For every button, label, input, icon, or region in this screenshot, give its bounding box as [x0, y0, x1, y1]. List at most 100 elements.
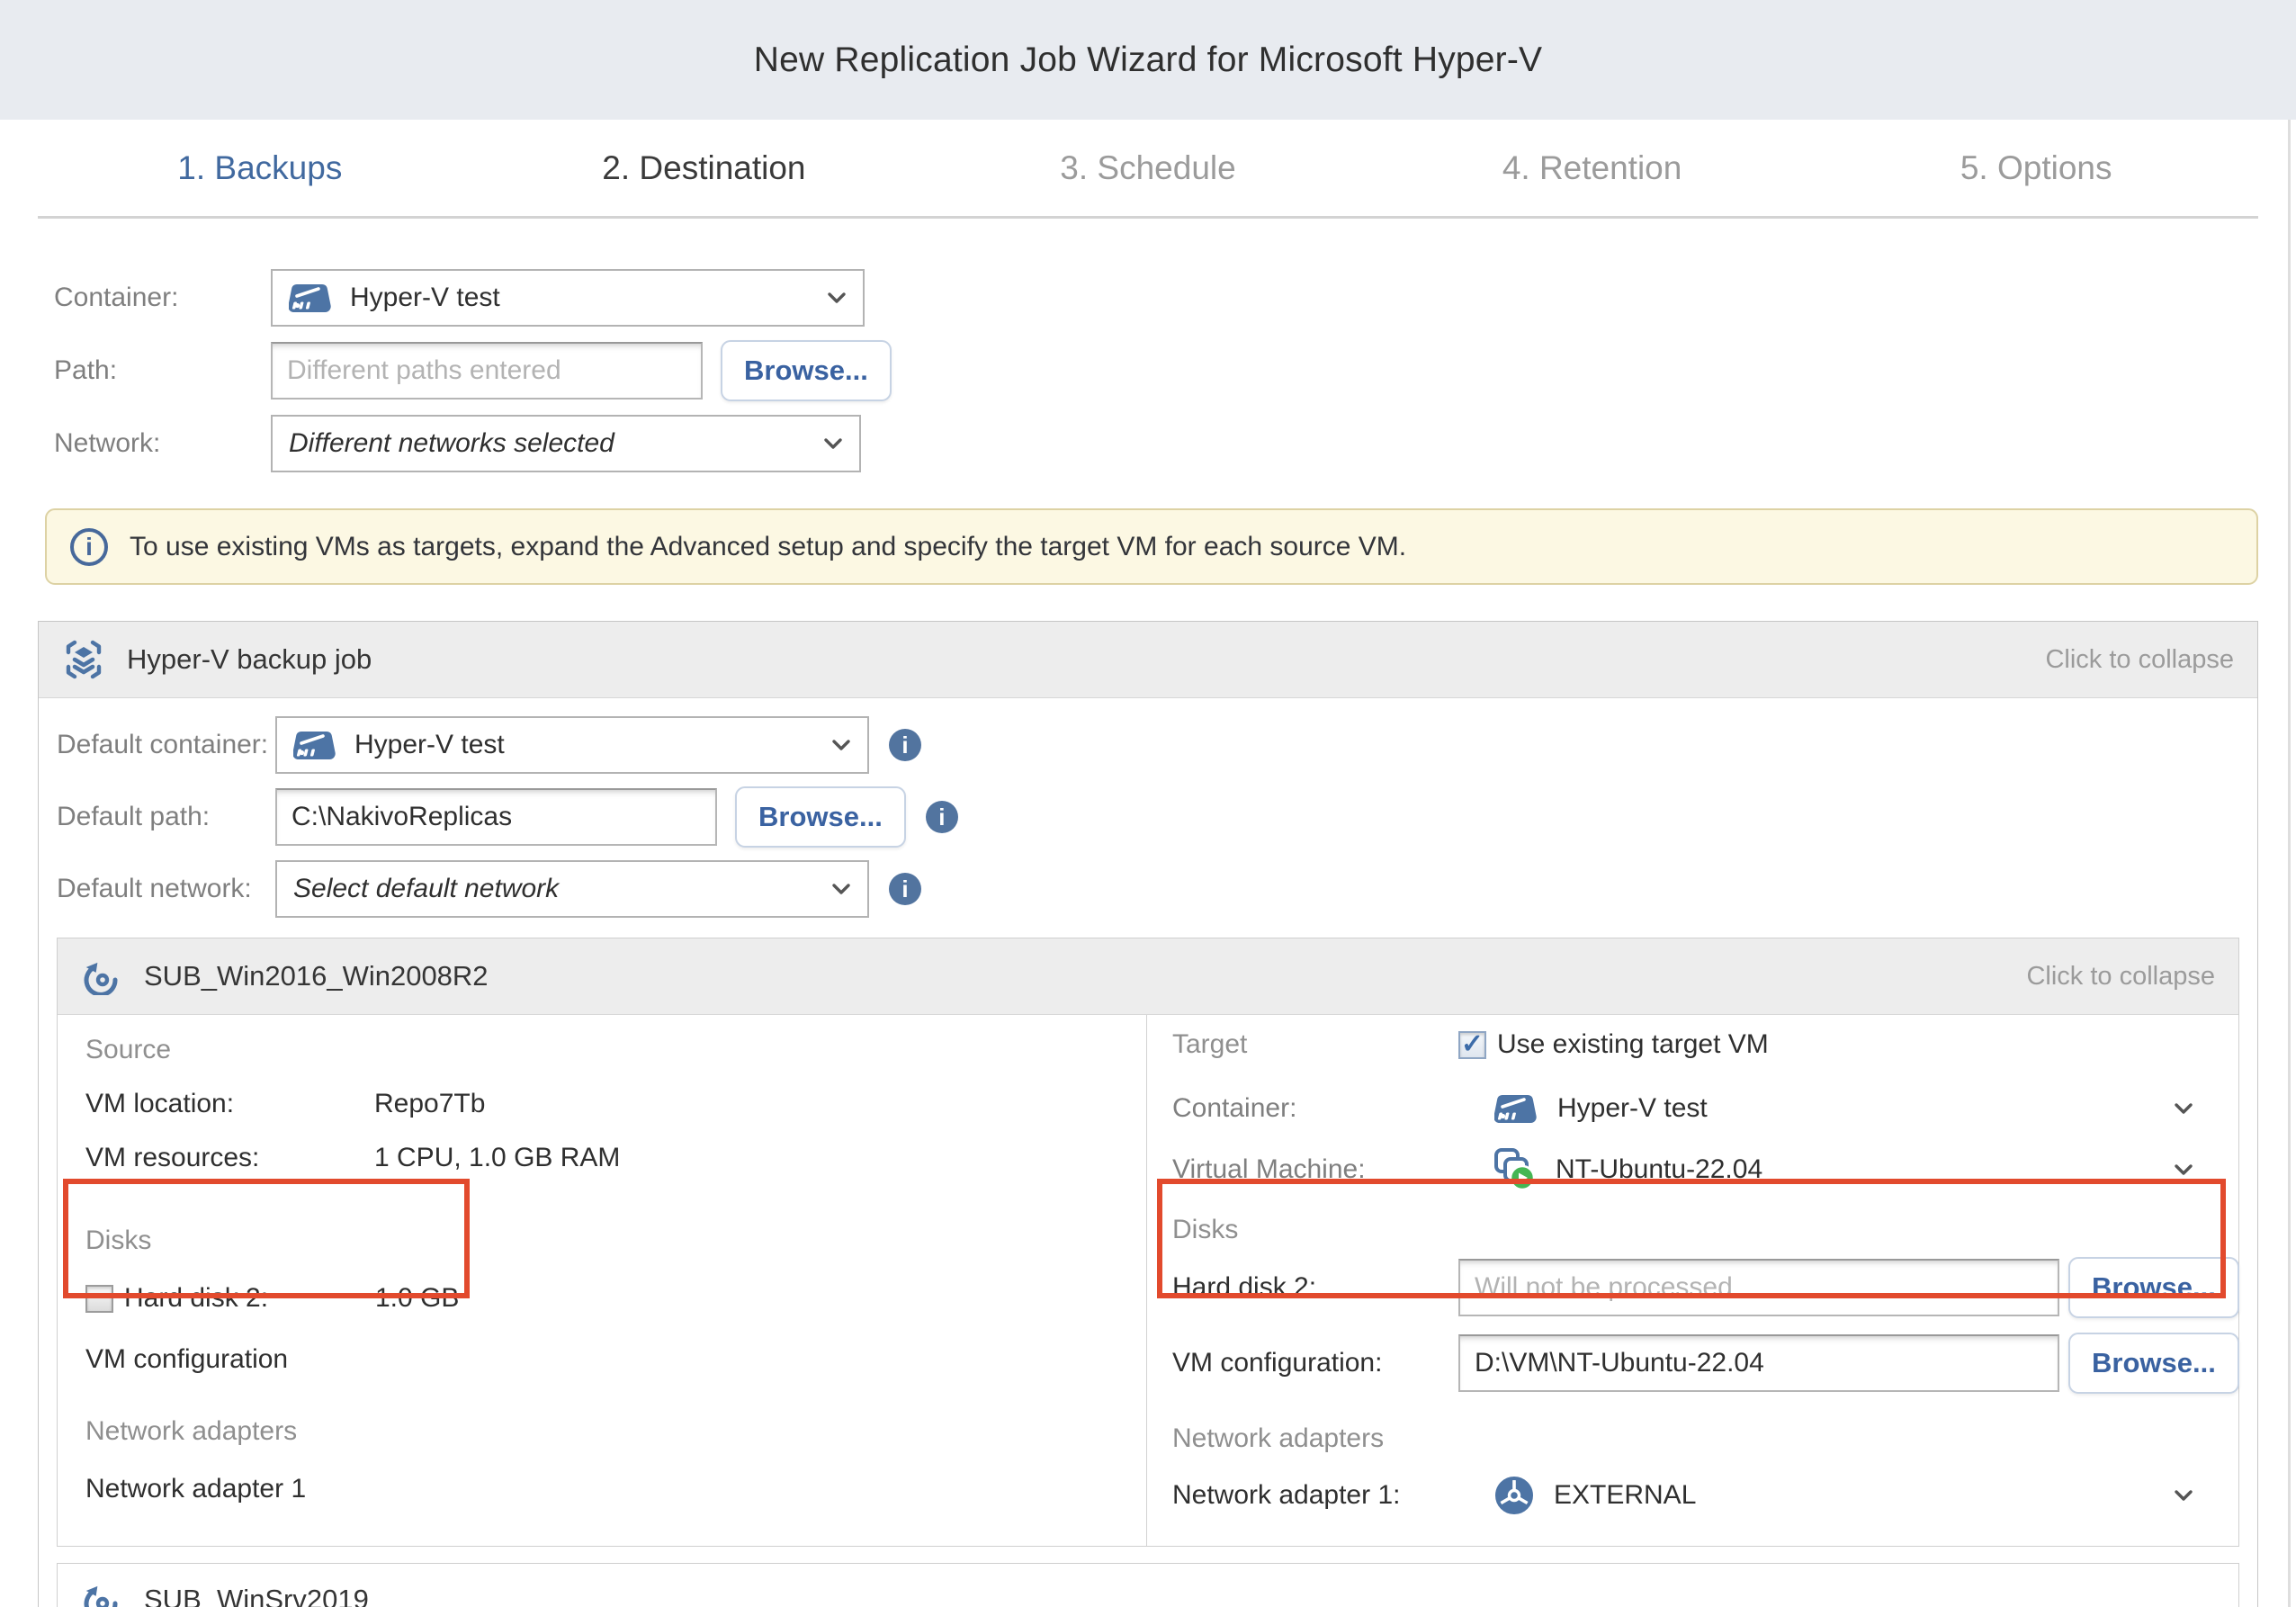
network-value: Different networks selected	[289, 428, 614, 459]
hyperv-host-icon	[289, 283, 332, 314]
target-vm-value: NT-Ubuntu-22.04	[1556, 1154, 1762, 1185]
info-icon[interactable]: i	[926, 801, 958, 833]
hyperv-host-icon	[293, 730, 336, 761]
target-disks-heading: Disks	[1172, 1215, 2239, 1245]
chevron-down-icon	[827, 292, 847, 304]
source-vm-config-row: VM configuration	[85, 1344, 1146, 1375]
default-container-value: Hyper-V test	[354, 730, 505, 760]
source-panel: Source VM location: Repo7Tb VM resources…	[58, 1015, 1147, 1546]
network-label: Network:	[54, 428, 271, 459]
default-network-dropdown[interactable]: Select default network	[275, 860, 869, 918]
vm-location-label: VM location:	[85, 1089, 374, 1119]
default-path-row: Default path: Browse... i	[57, 788, 2257, 846]
network-row: Network: Different networks selected	[54, 415, 2296, 472]
info-icon[interactable]: i	[889, 729, 921, 761]
target-vm-config-browse-button[interactable]: Browse...	[2068, 1333, 2239, 1394]
vm-location-value: Repo7Tb	[374, 1089, 485, 1119]
path-input[interactable]	[271, 342, 703, 400]
destination-form: Container: Hyper-V test Path: Browse... …	[54, 269, 2296, 472]
vm-subjob-header[interactable]: SUB_Win2016_Win2008R2 Click to collapse	[58, 938, 2238, 1015]
vm-subjob-title: SUB_WinSrv2019	[144, 1584, 369, 1607]
tab-schedule: 3. Schedule	[926, 149, 1370, 187]
default-container-row: Default container: Hyper-V test i	[57, 716, 2257, 774]
target-vm-config-input[interactable]	[1458, 1334, 2059, 1392]
source-disks-heading: Disks	[85, 1225, 1146, 1256]
default-path-browse-button[interactable]: Browse...	[735, 786, 906, 848]
path-row: Path: Browse...	[54, 342, 2296, 400]
hard-disk-checkbox[interactable]	[85, 1285, 113, 1313]
network-adapter-name: Network adapter 1	[85, 1474, 306, 1504]
tab-options: 5. Options	[1814, 149, 2258, 187]
default-network-value: Select default network	[293, 874, 559, 904]
target-network-adapters-heading: Network adapters	[1172, 1423, 2239, 1454]
target-heading: Target	[1172, 1029, 1458, 1060]
default-path-input[interactable]	[275, 788, 717, 846]
source-network-adapter-row: Network adapter 1	[85, 1474, 1146, 1504]
vm-resources-row: VM resources: 1 CPU, 1.0 GB RAM	[85, 1143, 1146, 1173]
target-hard-disk-input[interactable]	[1458, 1259, 2059, 1316]
vm-resources-value: 1 CPU, 1.0 GB RAM	[374, 1143, 620, 1173]
info-banner: i To use existing VMs as targets, expand…	[45, 508, 2258, 585]
replication-icon	[81, 957, 122, 995]
vm-location-row: VM location: Repo7Tb	[85, 1089, 1146, 1119]
vm-icon	[1494, 1148, 1536, 1191]
chevron-down-icon	[2174, 1102, 2193, 1115]
backup-job-title: Hyper-V backup job	[127, 643, 372, 676]
default-container-dropdown[interactable]: Hyper-V test	[275, 716, 869, 774]
backup-job-header[interactable]: Hyper-V backup job Click to collapse	[39, 622, 2257, 698]
hard-disk-label: Hard disk 2:	[124, 1283, 375, 1314]
collapse-hint: Click to collapse	[2045, 645, 2234, 675]
tab-retention: 4. Retention	[1370, 149, 1815, 187]
target-network-adapter-dropdown[interactable]: EXTERNAL	[1458, 1467, 2210, 1524]
target-network-adapter-label: Network adapter 1:	[1172, 1480, 1458, 1511]
path-label: Path:	[54, 355, 271, 386]
wizard-header: New Replication Job Wizard for Microsoft…	[0, 0, 2296, 120]
hyperv-host-icon	[1494, 1093, 1538, 1125]
target-container-label: Container:	[1172, 1093, 1458, 1124]
default-path-label: Default path:	[57, 802, 275, 832]
target-vm-dropdown[interactable]: NT-Ubuntu-22.04	[1458, 1141, 2210, 1199]
use-existing-vm-label: Use existing target VM	[1497, 1029, 1769, 1060]
scrollbar-track[interactable]	[2288, 120, 2291, 1607]
target-container-dropdown[interactable]: Hyper-V test	[1458, 1080, 2210, 1137]
target-vm-row: Virtual Machine: NT-Ubuntu-22.04	[1172, 1141, 2239, 1199]
vm-subjob-title: SUB_Win2016_Win2008R2	[144, 960, 489, 992]
network-dropdown[interactable]: Different networks selected	[271, 415, 861, 472]
replication-icon	[81, 1581, 122, 1607]
container-dropdown[interactable]: Hyper-V test	[271, 269, 865, 327]
container-row: Container: Hyper-V test	[54, 269, 2296, 327]
target-network-adapter-row: Network adapter 1: EXTERNAL	[1172, 1467, 2239, 1524]
tab-backups[interactable]: 1. Backups	[38, 149, 482, 187]
wizard-steps: 1. Backups 2. Destination 3. Schedule 4.…	[38, 120, 2258, 219]
target-vm-config-label: VM configuration:	[1172, 1348, 1458, 1378]
target-network-adapter-value: EXTERNAL	[1554, 1480, 1696, 1511]
info-icon[interactable]: i	[889, 873, 921, 905]
path-browse-button[interactable]: Browse...	[721, 340, 892, 401]
target-vm-config-row: VM configuration: Browse...	[1172, 1333, 2239, 1393]
chevron-down-icon	[831, 883, 851, 895]
info-icon: i	[70, 528, 108, 566]
chevron-down-icon	[831, 739, 851, 751]
use-existing-vm-checkbox[interactable]: ✓	[1458, 1031, 1486, 1059]
target-panel: Target ✓ Use existing target VM Containe…	[1147, 1015, 2266, 1546]
target-vm-label: Virtual Machine:	[1172, 1154, 1458, 1185]
vm-subjob-win2016: SUB_Win2016_Win2008R2 Click to collapse …	[57, 938, 2239, 1547]
info-banner-text: To use existing VMs as targets, expand t…	[130, 532, 1406, 562]
backup-job-section: Hyper-V backup job Click to collapse Def…	[38, 621, 2258, 1607]
chevron-down-icon	[2174, 1489, 2193, 1502]
target-hard-disk-browse-button[interactable]: Browse...	[2068, 1257, 2239, 1318]
container-label: Container:	[54, 283, 271, 313]
default-network-row: Default network: Select default network …	[57, 860, 2257, 918]
target-container-row: Container: Hyper-V test	[1172, 1080, 2239, 1137]
source-heading: Source	[85, 1035, 1146, 1065]
vm-resources-label: VM resources:	[85, 1143, 374, 1173]
tab-destination[interactable]: 2. Destination	[482, 149, 927, 187]
chevron-down-icon	[823, 437, 843, 450]
vm-subjob-winsrv2019[interactable]: SUB_WinSrv2019	[57, 1563, 2239, 1607]
default-container-label: Default container:	[57, 730, 275, 760]
source-hard-disk-row: Hard disk 2: 1.0 GB	[85, 1283, 1146, 1314]
hard-disk-size: 1.0 GB	[375, 1283, 459, 1314]
default-network-label: Default network:	[57, 874, 275, 904]
network-icon	[1494, 1476, 1534, 1515]
target-heading-row: Target ✓ Use existing target VM	[1172, 1029, 2239, 1060]
